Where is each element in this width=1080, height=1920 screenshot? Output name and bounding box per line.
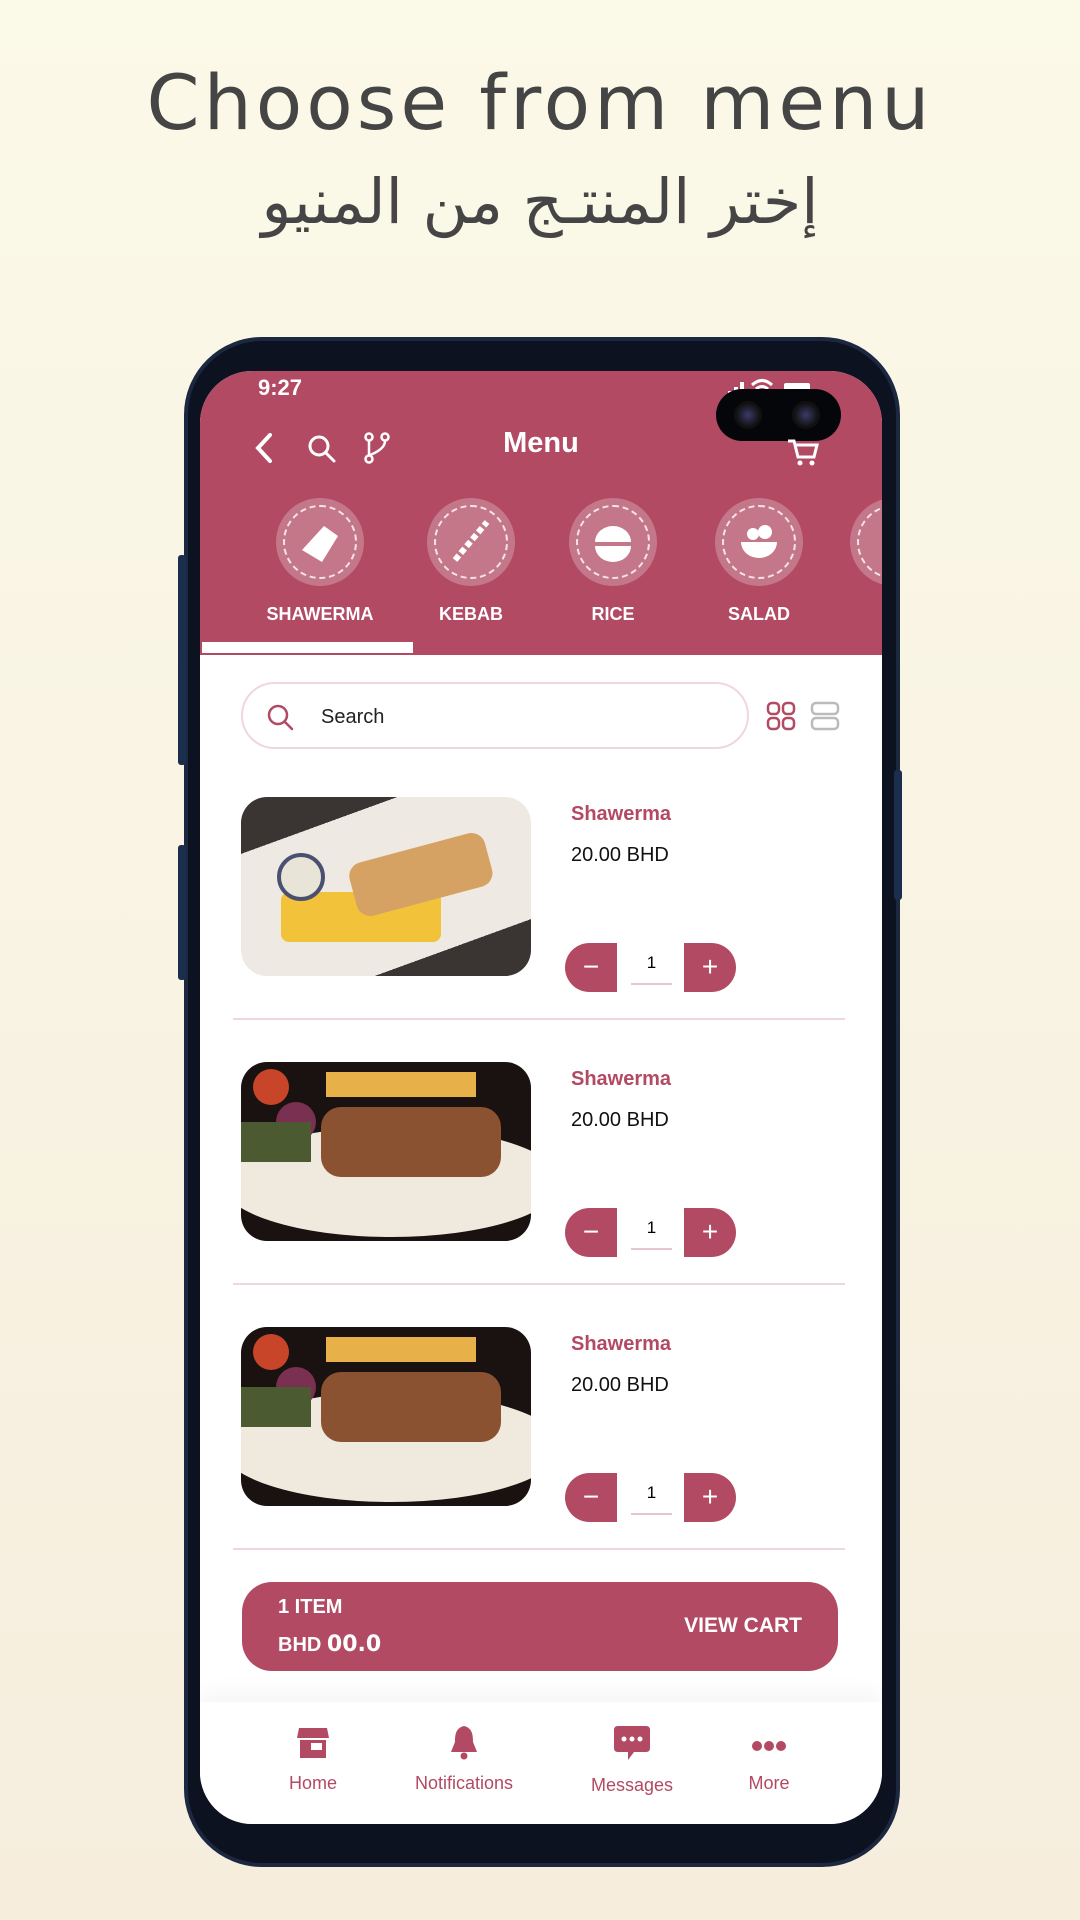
item-name: Shawerma	[571, 803, 672, 825]
item-price: 20.00 BHD	[571, 1109, 669, 1131]
active-category-indicator	[202, 642, 413, 653]
category-kebab[interactable]: KEBAB	[411, 498, 531, 625]
skewer-icon	[427, 498, 515, 586]
search-placeholder: Search	[321, 706, 385, 728]
view-cart-bar[interactable]: 1 ITEM BHD 00.0 VIEW CART	[242, 1582, 838, 1671]
phone-side-button	[178, 845, 186, 980]
rice-bowl-icon	[569, 498, 657, 586]
decrease-quantity-button[interactable]: −	[565, 1473, 617, 1522]
nav-label: Notifications	[414, 1773, 514, 1793]
salad-bowl-icon	[715, 498, 803, 586]
more-icon	[752, 1741, 786, 1751]
bottom-nav: Home Notifications Messages More	[200, 1702, 882, 1824]
quantity-field[interactable]: 1	[631, 953, 672, 985]
divider	[233, 1018, 845, 1020]
category-label: KEBAB	[438, 604, 503, 624]
item-name: Shawerma	[571, 1333, 672, 1355]
app-header: 9:27 Menu SHAWERMA KEBAB RICE SALAD SH	[200, 371, 882, 655]
nav-messages[interactable]: Messages	[562, 1724, 702, 1796]
list-view-icon[interactable]	[810, 701, 840, 731]
item-image	[241, 1062, 531, 1241]
app-screen: 9:27 Menu SHAWERMA KEBAB RICE SALAD SH S…	[200, 371, 882, 1824]
category-label: SH	[834, 604, 882, 625]
item-name: Shawerma	[571, 1068, 672, 1090]
quantity-field[interactable]: 1	[631, 1218, 672, 1250]
view-cart-label: VIEW CART	[684, 1614, 802, 1637]
page-title: Menu	[503, 427, 579, 459]
increase-quantity-button[interactable]: +	[684, 1208, 736, 1257]
headline-arabic: إختر المنتـج من المنيو	[261, 165, 819, 238]
store-icon	[297, 1728, 329, 1758]
nav-label: Home	[288, 1773, 337, 1793]
status-time: 9:27	[258, 375, 303, 400]
nav-notifications[interactable]: Notifications	[394, 1724, 534, 1794]
decrease-quantity-button[interactable]: −	[565, 1208, 617, 1257]
bell-icon	[451, 1726, 477, 1760]
headline-english: Choose from menu	[146, 58, 934, 147]
phone-side-button	[178, 555, 186, 765]
cart-total: 00.0	[326, 1632, 382, 1657]
menu-item[interactable]: Shawerma 20.00 BHD − 1 +	[233, 1327, 845, 1591]
search-input[interactable]: Search	[241, 682, 749, 749]
quantity-field[interactable]: 1	[631, 1483, 672, 1515]
cart-currency: BHD	[278, 1634, 322, 1656]
nav-label: More	[748, 1773, 790, 1793]
category-label: RICE	[591, 604, 635, 624]
category-label: SALAD	[728, 604, 790, 624]
cart-item-count: 1 ITEM	[278, 1596, 343, 1618]
category-rice[interactable]: RICE	[553, 498, 673, 625]
nav-home[interactable]: Home	[243, 1724, 383, 1794]
category-shawerma[interactable]: SHAWERMA	[260, 498, 380, 625]
nav-label: Messages	[590, 1775, 674, 1795]
divider	[233, 1283, 845, 1285]
increase-quantity-button[interactable]: +	[684, 943, 736, 992]
search-icon	[267, 704, 294, 731]
nav-more[interactable]: More	[699, 1724, 839, 1794]
grid-view-icon[interactable]	[766, 701, 796, 731]
menu-item[interactable]: Shawerma 20.00 BHD − 1 +	[233, 1062, 845, 1326]
cart-icon[interactable]	[786, 437, 820, 467]
category-label: SHAWERMA	[266, 604, 374, 624]
chat-icon	[614, 1726, 650, 1760]
category-salad[interactable]: SALAD	[699, 498, 819, 625]
category-more[interactable]: SH	[834, 498, 882, 625]
increase-quantity-button[interactable]: +	[684, 1473, 736, 1522]
item-price: 20.00 BHD	[571, 844, 669, 866]
item-image	[241, 797, 531, 976]
phone-side-button	[894, 770, 902, 900]
divider	[233, 1548, 845, 1550]
decrease-quantity-button[interactable]: −	[565, 943, 617, 992]
item-price: 20.00 BHD	[571, 1374, 669, 1396]
item-image	[241, 1327, 531, 1506]
menu-item[interactable]: Shawerma 20.00 BHD − 1 +	[233, 797, 845, 1061]
wrap-icon	[276, 498, 364, 586]
